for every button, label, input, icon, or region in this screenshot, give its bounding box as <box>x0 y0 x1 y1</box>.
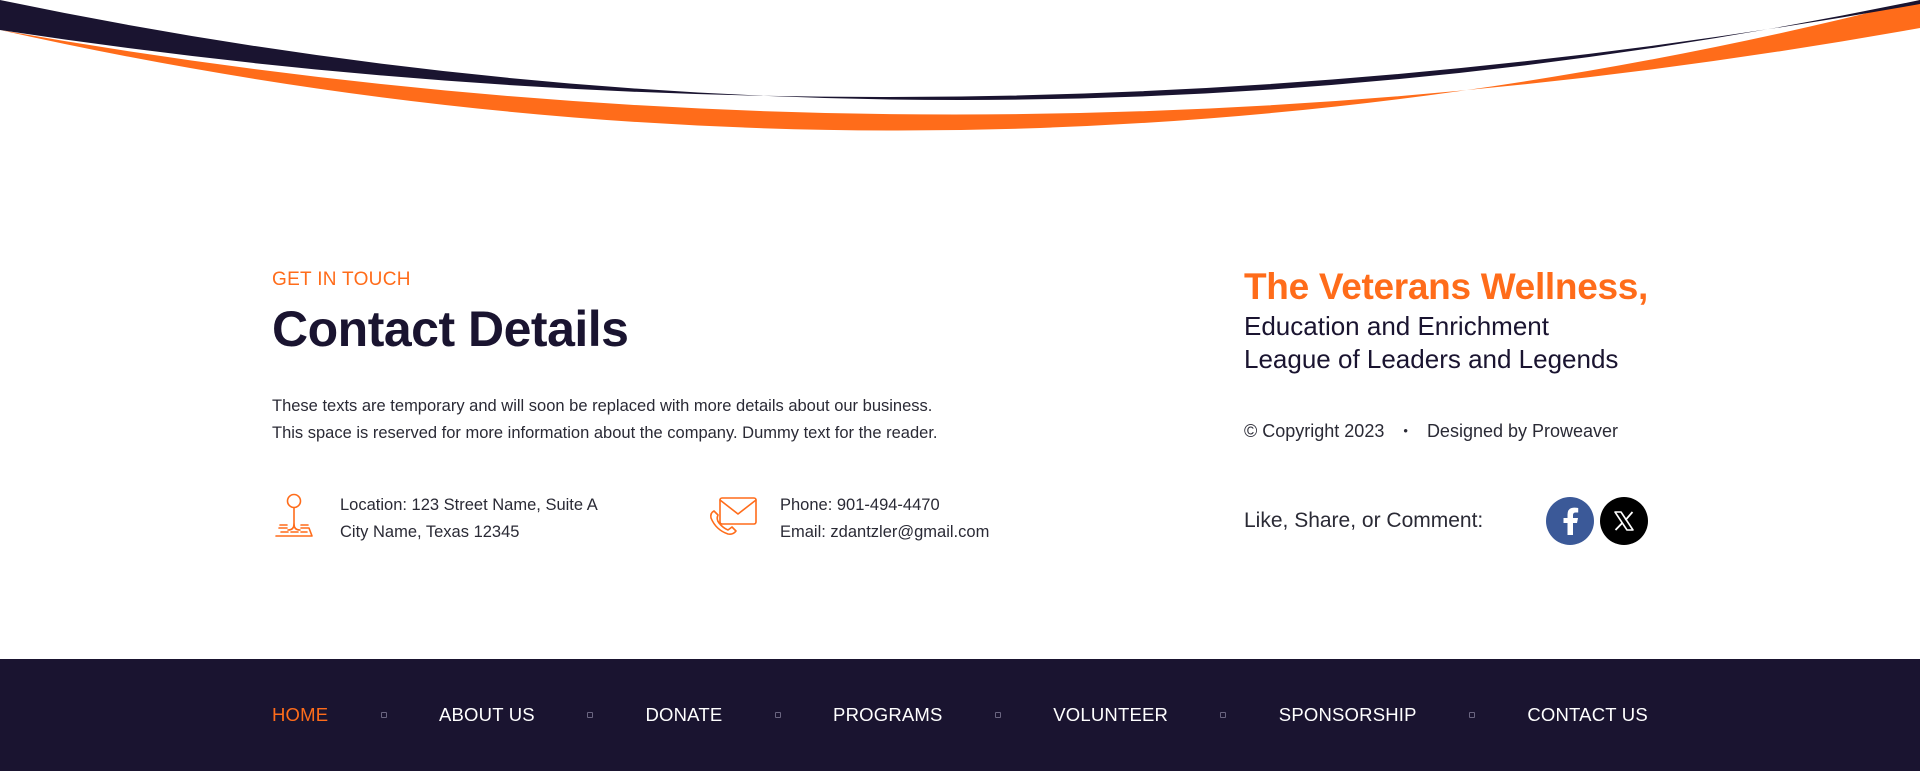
intro-line-1: These texts are temporary and will soon … <box>272 397 933 415</box>
map-pin-icon <box>275 493 313 537</box>
nav-item-home[interactable]: HOME <box>272 704 328 726</box>
location-info: Location: 123 Street Name, Suite A City … <box>272 492 598 546</box>
organization-tagline-1: Education and Enrichment <box>1244 311 1549 341</box>
phone-line[interactable]: Phone: 901-494-4470 <box>780 492 989 519</box>
email-line[interactable]: Email: zdantzler@gmail.com <box>780 519 989 546</box>
designed-by-link[interactable]: Designed by Proweaver <box>1427 421 1618 441</box>
location-line-2: City Name, Texas 12345 <box>340 523 520 541</box>
nav-item-volunteer[interactable]: VOLUNTEER <box>1053 704 1168 726</box>
nav-item-programs[interactable]: PROGRAMS <box>833 704 943 726</box>
contact-header: GET IN TOUCH Contact Details <box>272 268 1032 358</box>
organization-name: The Veterans Wellness, <box>1244 266 1649 307</box>
nav-separator <box>774 712 781 718</box>
intro-line-2: This space is reserved for more informat… <box>272 424 938 442</box>
nav-separator <box>1469 712 1476 718</box>
nav-separator <box>587 712 594 718</box>
nav-separator <box>1220 712 1227 718</box>
footer-nav-list: HOME ABOUT US DONATE PROGRAMS VOLUNTEER SPONS… <box>272 659 1648 771</box>
nav-separator <box>380 712 387 718</box>
x-glyph <box>1614 511 1634 531</box>
phone-email-info: Phone: 901-494-4470 Email: zdantzler@gma… <box>708 492 989 546</box>
copyright-text: © Copyright 2023 <box>1244 421 1385 441</box>
contact-title: Contact Details <box>272 301 629 357</box>
social-share: Like, Share, or Comment: <box>1244 496 1648 546</box>
nav-item-sponsorship[interactable]: SPONSORSHIP <box>1279 704 1417 726</box>
organization-block: The Veterans Wellness, Education and Enr… <box>1244 264 1650 376</box>
social-label: Like, Share, or Comment: <box>1244 509 1484 532</box>
credits-separator: • <box>1403 423 1408 438</box>
credits-line: © Copyright 2023 • Designed by Proweaver <box>1244 418 1618 444</box>
envelope-phone-icon <box>710 497 757 535</box>
nav-item-donate[interactable]: DONATE <box>645 704 722 726</box>
x-icon[interactable] <box>1600 497 1648 545</box>
social-icons <box>1546 497 1648 545</box>
header-swoosh-decoration <box>0 0 1920 131</box>
location-line-1: Location: 123 Street Name, Suite A <box>340 496 598 514</box>
organization-tagline-2: League of Leaders and Legends <box>1244 344 1619 374</box>
nav-separator <box>994 712 1001 718</box>
facebook-icon[interactable] <box>1546 497 1594 545</box>
contact-intro: These texts are temporary and will soon … <box>272 393 1032 447</box>
nav-item-about-us[interactable]: ABOUT US <box>439 704 535 726</box>
facebook-glyph <box>1563 507 1579 535</box>
nav-item-contact-us[interactable]: CONTACT US <box>1527 704 1648 726</box>
contact-eyebrow: GET IN TOUCH <box>272 269 411 290</box>
footer-navigation: HOME ABOUT US DONATE PROGRAMS VOLUNTEER SPONS… <box>0 659 1920 771</box>
